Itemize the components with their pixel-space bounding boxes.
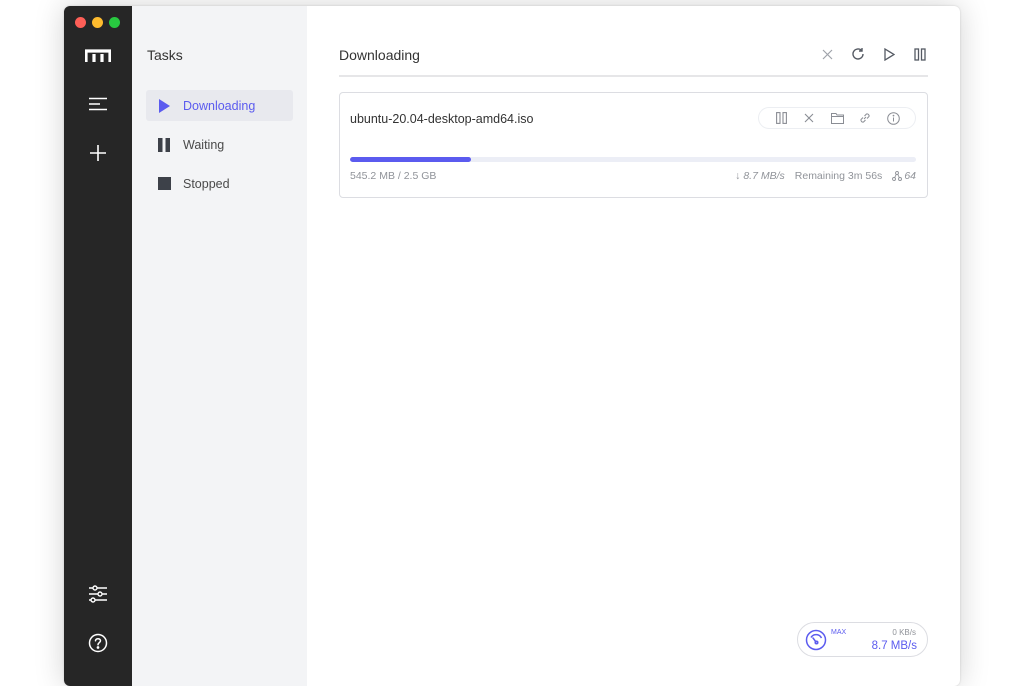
task-category-list: Downloading Waiting Stopped xyxy=(146,90,293,207)
page-title: Downloading xyxy=(339,47,420,63)
progress-fill xyxy=(350,157,471,162)
speed-mode: MAX xyxy=(831,629,847,636)
pause-icon xyxy=(157,137,171,152)
app-window: Tasks Downloading Waiting Stopped Downlo… xyxy=(64,6,960,686)
stop-icon xyxy=(157,177,171,191)
task-item[interactable]: ubuntu-20.04-desktop-amd64.iso 545.2 MB … xyxy=(339,92,928,198)
connections-count: 64 xyxy=(904,170,916,182)
delete-icon[interactable] xyxy=(819,46,835,62)
remaining-time: Remaining 3m 56s xyxy=(794,170,883,182)
speedometer[interactable]: MAX 0 KB/s 8.7 MB/s xyxy=(797,622,928,657)
task-meta: ↓ 8.7 MB/s Remaining 3m 56s 64 xyxy=(735,170,916,182)
pause-icon[interactable] xyxy=(774,111,788,125)
task-name: ubuntu-20.04-desktop-amd64.iso xyxy=(350,112,534,126)
header-divider xyxy=(339,75,928,77)
play-icon xyxy=(157,98,171,113)
subnav-item-label: Waiting xyxy=(183,137,225,152)
main-content: Downloading ubuntu-20.04-desktop-amd64.i… xyxy=(307,6,960,686)
task-category-panel: Tasks Downloading Waiting Stopped xyxy=(132,6,307,686)
help-circle-icon[interactable] xyxy=(64,632,132,654)
delete-icon[interactable] xyxy=(802,111,816,125)
sidebar-rail xyxy=(64,6,132,686)
folder-icon[interactable] xyxy=(830,111,844,125)
sliders-icon[interactable] xyxy=(64,583,132,605)
task-toolbar xyxy=(819,46,928,62)
task-size: 545.2 MB / 2.5 GB xyxy=(350,170,437,182)
panel-title: Tasks xyxy=(147,47,183,63)
total-download-speed: 8.7 MB/s xyxy=(871,640,917,652)
progress-bar xyxy=(350,157,916,162)
menu-lines-icon[interactable] xyxy=(64,94,132,114)
logo-m-icon xyxy=(64,46,132,66)
download-speed: ↓ 8.7 MB/s xyxy=(735,170,785,182)
connections: 64 xyxy=(892,170,916,182)
close-window-button[interactable] xyxy=(75,17,86,28)
subnav-item-downloading[interactable]: Downloading xyxy=(146,90,293,121)
link-icon[interactable] xyxy=(858,111,872,125)
maximize-window-button[interactable] xyxy=(109,17,120,28)
subnav-item-label: Downloading xyxy=(183,98,256,113)
pause-all-icon[interactable] xyxy=(912,46,928,62)
speedometer-icon xyxy=(805,629,827,651)
plus-icon[interactable] xyxy=(64,142,132,164)
window-controls xyxy=(75,17,120,28)
info-icon[interactable] xyxy=(886,111,900,125)
subnav-item-stopped[interactable]: Stopped xyxy=(146,168,293,199)
subnav-item-waiting[interactable]: Waiting xyxy=(146,129,293,160)
minimize-window-button[interactable] xyxy=(92,17,103,28)
subnav-item-label: Stopped xyxy=(183,176,230,191)
connections-icon xyxy=(892,171,903,181)
refresh-icon[interactable] xyxy=(850,46,866,62)
resume-all-icon[interactable] xyxy=(881,46,897,62)
upload-speed: 0 KB/s xyxy=(892,628,916,637)
task-actions xyxy=(758,107,916,129)
